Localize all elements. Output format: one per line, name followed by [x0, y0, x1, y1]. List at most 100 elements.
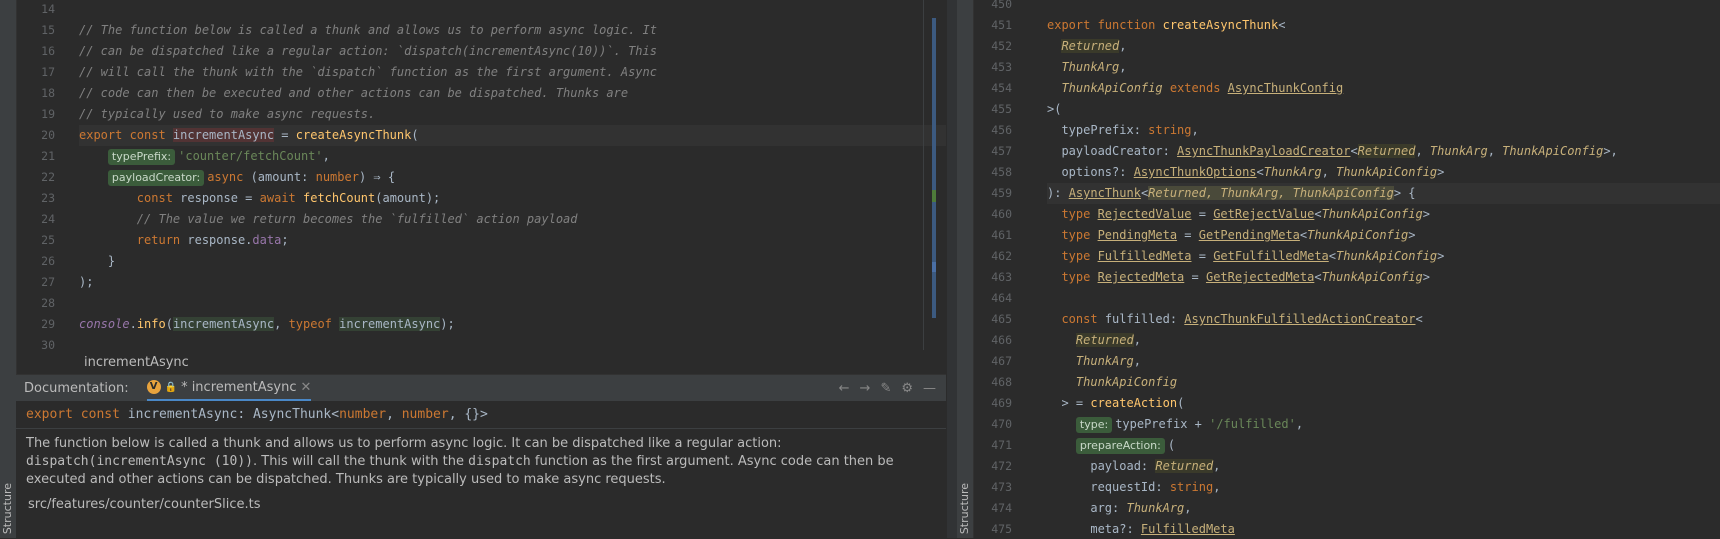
code-line[interactable]: type FulfilledMeta = GetFulfilledMeta<Th…	[1047, 246, 1720, 267]
doc-tab[interactable]: V 🔒 * incrementAsync ✕	[146, 375, 312, 401]
code-line[interactable]: type: typePrefix + '/fulfilled',	[1047, 414, 1720, 435]
code-line[interactable]: > = createAction(	[1047, 393, 1720, 414]
structure-tool-strip-left[interactable]: Structure	[0, 0, 17, 538]
variable-icon: V	[146, 380, 161, 394]
code-line[interactable]: console.info(incrementAsync, typeof incr…	[79, 314, 946, 335]
code-line[interactable]: options?: AsyncThunkOptions<ThunkArg, Th…	[1047, 162, 1720, 183]
code-line[interactable]: >(	[1047, 99, 1720, 120]
line-number: 18	[41, 86, 55, 100]
line-number: 469	[991, 396, 1012, 410]
code-line[interactable]: // will call the thunk with the `dispatc…	[79, 62, 946, 83]
documentation-panel: Documentation: V 🔒 * incrementAsync ✕ ← …	[16, 374, 946, 539]
code-line[interactable]: ThunkArg,	[1047, 57, 1720, 78]
code-line[interactable]: typePrefix:'counter/fetchCount',	[79, 146, 946, 167]
edit-source-icon[interactable]: ✎	[880, 381, 891, 396]
breadcrumb[interactable]: incrementAsync	[84, 355, 189, 370]
code-line[interactable]	[1047, 0, 1720, 15]
line-number: 458	[991, 165, 1012, 179]
line-number: 19	[41, 107, 55, 121]
line-number: 464	[991, 291, 1012, 305]
code-line[interactable]: type RejectedMeta = GetRejectedMeta<Thun…	[1047, 267, 1720, 288]
code-line[interactable]: // code can then be executed and other a…	[79, 83, 946, 104]
line-number: 15	[41, 23, 55, 37]
editor-splitter[interactable]	[946, 0, 957, 538]
line-gutter-left: 14 15 16 17 18 19 20 21 22 23 24 25 26 27 28 29 30	[17, 0, 72, 350]
code-line[interactable]: const fulfilled: AsyncThunkFulfilledActi…	[1047, 309, 1720, 330]
line-number: 450	[991, 0, 1012, 11]
line-number: 467	[991, 354, 1012, 368]
code-line[interactable]: payloadCreator: AsyncThunkPayloadCreator…	[1047, 141, 1720, 162]
code-line[interactable]: type RejectedValue = GetRejectValue<Thun…	[1047, 204, 1720, 225]
code-line[interactable]: return response.data;	[79, 230, 946, 251]
line-number: 475	[991, 522, 1012, 536]
code-area-left[interactable]: // The function below is called a thunk …	[79, 0, 946, 350]
code-line[interactable]: const response = await fetchCount(amount…	[79, 188, 946, 209]
line-number: 456	[991, 123, 1012, 137]
code-line[interactable]: export function createAsyncThunk<	[1047, 15, 1720, 36]
line-number: 454	[991, 81, 1012, 95]
line-number: 21	[41, 149, 55, 163]
line-number: 22	[41, 170, 55, 184]
code-line[interactable]: export const incrementAsync = createAsyn…	[79, 125, 946, 146]
code-line[interactable]: );	[79, 272, 946, 293]
code-line[interactable]: type PendingMeta = GetPendingMeta<ThunkA…	[1047, 225, 1720, 246]
line-number: 25	[41, 233, 55, 247]
scrollbar-left[interactable]	[923, 0, 946, 350]
line-number: 17	[41, 65, 55, 79]
code-line[interactable]: // The function below is called a thunk …	[79, 20, 946, 41]
doc-tab-label: * incrementAsync	[181, 379, 297, 395]
code-line[interactable]: // The value we return becomes the `fulf…	[79, 209, 946, 230]
code-line[interactable]: meta?: FulfilledMeta	[1047, 519, 1720, 538]
code-line[interactable]: payloadCreator: async (amount: number) ⇒ …	[79, 167, 946, 188]
editor-left[interactable]: 14 15 16 17 18 19 20 21 22 23 24 25 26 27 28 29 30 // Th…	[17, 0, 946, 350]
gear-icon[interactable]: ⚙	[901, 381, 913, 396]
code-line[interactable]: requestId: string,	[1047, 477, 1720, 498]
code-line[interactable]: // can be dispatched like a regular acti…	[79, 41, 946, 62]
line-number: 20	[41, 128, 55, 142]
line-number: 466	[991, 333, 1012, 347]
doc-toolbar: ← → ✎ ⚙ —	[839, 381, 946, 396]
editor-right[interactable]: 450 451 452 453 454 455 456 457 458 459 460 461 462 4…	[974, 0, 1720, 538]
code-line[interactable]: arg: ThunkArg,	[1047, 498, 1720, 519]
line-number: 462	[991, 249, 1012, 263]
structure-tool-strip-right[interactable]: Structure	[957, 0, 974, 538]
line-number: 472	[991, 459, 1012, 473]
forward-icon[interactable]: →	[860, 381, 871, 396]
line-number: 27	[41, 275, 55, 289]
code-line[interactable]: Returned,	[1047, 36, 1720, 57]
code-line[interactable]: typePrefix: string,	[1047, 120, 1720, 141]
minimize-icon[interactable]: —	[923, 381, 936, 396]
code-line[interactable]	[1047, 288, 1720, 309]
code-line[interactable]: ThunkArg,	[1047, 351, 1720, 372]
code-line[interactable]: ThunkApiConfig	[1047, 372, 1720, 393]
line-number: 452	[991, 39, 1012, 53]
code-line[interactable]: ): AsyncThunk<Returned, ThunkArg, ThunkA…	[1047, 183, 1720, 204]
line-gutter-right: 450 451 452 453 454 455 456 457 458 459 460 461 462 4…	[974, 0, 1029, 538]
code-line[interactable]	[79, 335, 946, 350]
code-line[interactable]: Returned,	[1047, 330, 1720, 351]
line-number: 463	[991, 270, 1012, 284]
line-number: 473	[991, 480, 1012, 494]
scroll-marker-region	[932, 18, 936, 318]
line-number: 457	[991, 144, 1012, 158]
code-line[interactable]: payload: Returned,	[1047, 456, 1720, 477]
structure-label[interactable]: Structure	[1, 483, 14, 534]
code-area-right[interactable]: export function createAsyncThunk< Return…	[1047, 0, 1720, 538]
code-line[interactable]: }	[79, 251, 946, 272]
code-line[interactable]	[79, 293, 946, 314]
line-number: 451	[991, 18, 1012, 32]
line-number: 461	[991, 228, 1012, 242]
doc-file-path[interactable]: src/features/counter/counterSlice.ts	[16, 495, 946, 514]
lock-icon: 🔒	[164, 381, 178, 393]
line-number: 468	[991, 375, 1012, 389]
code-line[interactable]: prepareAction:(	[1047, 435, 1720, 456]
line-number: 28	[41, 296, 55, 310]
structure-label-right[interactable]: Structure	[958, 483, 971, 534]
line-number: 460	[991, 207, 1012, 221]
line-number: 470	[991, 417, 1012, 431]
code-line[interactable]	[79, 0, 946, 20]
code-line[interactable]: // typically used to make async requests…	[79, 104, 946, 125]
close-icon[interactable]: ✕	[301, 380, 312, 395]
code-line[interactable]: ThunkApiConfig extends AsyncThunkConfig	[1047, 78, 1720, 99]
back-icon[interactable]: ←	[839, 381, 850, 396]
